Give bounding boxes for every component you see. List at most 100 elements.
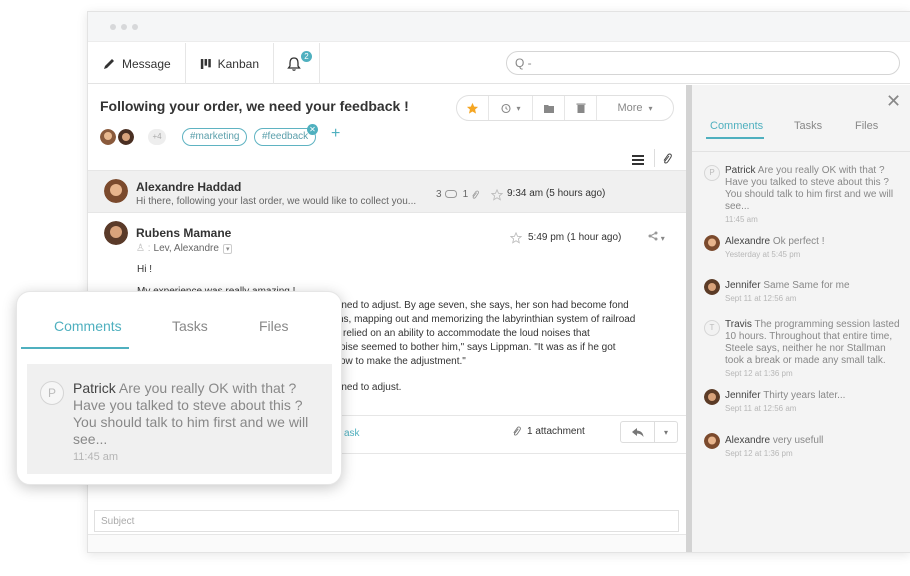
comment-item: Alexandre Ok perfect ! Yesterday at 5:45… bbox=[725, 236, 901, 261]
attachment-count: 1 bbox=[462, 189, 469, 200]
tab-comments[interactable]: Comments bbox=[710, 120, 763, 132]
avatar bbox=[704, 433, 720, 449]
tab-files[interactable]: Files bbox=[259, 318, 289, 334]
list-view-button[interactable] bbox=[632, 152, 652, 166]
message-line: rned to adjust. By age seven, she says, … bbox=[338, 300, 629, 311]
message-label: Message bbox=[122, 56, 171, 71]
attachments-link[interactable]: 1 attachment bbox=[512, 426, 585, 437]
message-greeting: Hi ! bbox=[137, 264, 152, 275]
thread-subject: Following your order, we need your feedb… bbox=[100, 98, 409, 114]
tab-tasks[interactable]: Tasks bbox=[794, 120, 822, 132]
close-icon[interactable]: ✕ bbox=[886, 91, 901, 112]
message-author: Rubens Mamane bbox=[136, 226, 232, 240]
divider bbox=[654, 149, 655, 167]
message-line: ow to make the adjustment." bbox=[340, 356, 466, 367]
comment-count: 3 bbox=[436, 189, 442, 200]
window-dot bbox=[121, 24, 127, 30]
paperclip-icon bbox=[472, 190, 479, 199]
folder-icon bbox=[543, 104, 554, 113]
reply-button[interactable] bbox=[621, 422, 655, 442]
comment-text: very usefull bbox=[772, 435, 824, 446]
search-placeholder: Q - bbox=[515, 56, 532, 70]
avatar bbox=[104, 221, 128, 245]
star-button[interactable] bbox=[490, 188, 504, 206]
message-line: relied on an ability to accommodate the … bbox=[343, 328, 590, 339]
comment-time: Sept 12 at 1:36 pm bbox=[725, 449, 793, 458]
comment-author: Jennifer bbox=[725, 280, 761, 291]
message-counters: 3 1 bbox=[436, 189, 479, 200]
avatar: P bbox=[40, 381, 64, 405]
notifications-button[interactable]: 2 bbox=[274, 43, 320, 84]
avatar: P bbox=[704, 165, 720, 181]
comment-author: Alexandre bbox=[725, 236, 771, 247]
message-button[interactable]: Message bbox=[88, 43, 186, 84]
paperclip-icon bbox=[513, 426, 521, 436]
more-label: More bbox=[617, 102, 643, 114]
reply-icon bbox=[631, 427, 643, 437]
comment-body: Patrick Are you really OK with that ? Ha… bbox=[73, 380, 323, 466]
comment-time: Sept 11 at 12:56 am bbox=[725, 294, 797, 303]
message-line: ns, mapping out and memorizing the labyr… bbox=[338, 314, 636, 325]
comment-author: Travis bbox=[725, 319, 752, 330]
comment-item: Patrick Are you really OK with that ? Ha… bbox=[725, 165, 901, 226]
reply-options-button[interactable]: ▾ bbox=[655, 422, 677, 442]
comment-icon bbox=[444, 190, 457, 198]
search-input[interactable]: Q - bbox=[506, 51, 900, 75]
remove-tag-icon[interactable]: ✕ bbox=[307, 124, 318, 135]
message-row[interactable]: Alexandre Haddad Hi there, following you… bbox=[88, 170, 686, 213]
comment-time: Sept 11 at 12:56 am bbox=[725, 404, 797, 413]
message-line: rned to adjust. bbox=[338, 382, 402, 393]
message-author: Alexandre Haddad bbox=[136, 180, 242, 194]
star-button[interactable] bbox=[509, 231, 523, 249]
avatar[interactable] bbox=[100, 129, 116, 145]
chevron-down-icon: ▾ bbox=[660, 234, 665, 243]
avatar: T bbox=[704, 320, 720, 336]
comment-item: Jennifer Same Same for me Sept 11 at 12:… bbox=[725, 280, 901, 305]
expand-recipients-icon[interactable]: ▾ bbox=[222, 243, 233, 254]
message-line: oise seemed to bother him," says Lippman… bbox=[340, 342, 616, 353]
snooze-button[interactable]: ▾ bbox=[489, 96, 533, 120]
avatar[interactable] bbox=[118, 129, 134, 145]
comments-zoom-card: Comments Tasks Files P Patrick Are you r… bbox=[16, 291, 342, 485]
message-time: 5:49 pm (1 hour ago) bbox=[528, 232, 622, 243]
comment-text: The programming session lasted 10 hours.… bbox=[725, 319, 900, 366]
tab-files[interactable]: Files bbox=[855, 120, 878, 132]
more-button[interactable]: More ▾ bbox=[597, 96, 673, 120]
divider bbox=[692, 151, 910, 152]
more-participants-badge[interactable]: +4 bbox=[148, 129, 166, 145]
active-tab-indicator bbox=[21, 347, 129, 349]
comment-time: 11:45 am bbox=[73, 451, 119, 463]
recipients-list: Lev, Alexandre bbox=[153, 243, 219, 254]
tag-marketing[interactable]: #marketing bbox=[182, 128, 248, 146]
avatar bbox=[104, 179, 128, 203]
chevron-down-icon: ▾ bbox=[516, 103, 521, 113]
comment-item: Travis The programming session lasted 10… bbox=[725, 319, 905, 380]
star-outline-icon bbox=[490, 188, 504, 201]
alarm-clock-icon bbox=[501, 103, 512, 114]
bell-icon bbox=[286, 56, 301, 71]
tab-comments[interactable]: Comments bbox=[54, 318, 122, 334]
comment-item: Jennifer Thirty years later... Sept 11 a… bbox=[725, 390, 901, 415]
window-dot bbox=[132, 24, 138, 30]
kanban-icon bbox=[200, 58, 211, 69]
toolbar: Message Kanban 2 Q - bbox=[88, 43, 910, 84]
task-link[interactable]: ask bbox=[344, 428, 360, 439]
comment-text: Thirty years later... bbox=[763, 390, 846, 401]
add-tag-button[interactable]: + bbox=[331, 125, 340, 143]
attachments-filter-button[interactable] bbox=[662, 152, 672, 170]
subject-placeholder: Subject bbox=[101, 516, 135, 527]
archive-button[interactable] bbox=[533, 96, 565, 120]
comment-text: Ok perfect ! bbox=[772, 236, 825, 247]
kanban-button[interactable]: Kanban bbox=[186, 43, 274, 84]
comment-time: 11:45 am bbox=[725, 215, 758, 224]
comment-author: Patrick bbox=[725, 165, 756, 176]
comment-item: Alexandre very usefull Sept 12 at 1:36 p… bbox=[725, 435, 901, 460]
subject-input[interactable]: Subject bbox=[94, 510, 679, 532]
comment-author: Alexandre bbox=[725, 435, 771, 446]
tab-tasks[interactable]: Tasks bbox=[172, 318, 208, 334]
comment-item: P Patrick Are you really OK with that ? … bbox=[27, 364, 332, 474]
delete-button[interactable] bbox=[565, 96, 597, 120]
share-button[interactable]: ▾ bbox=[648, 231, 665, 244]
avatar bbox=[704, 389, 720, 405]
star-button[interactable] bbox=[457, 96, 489, 120]
